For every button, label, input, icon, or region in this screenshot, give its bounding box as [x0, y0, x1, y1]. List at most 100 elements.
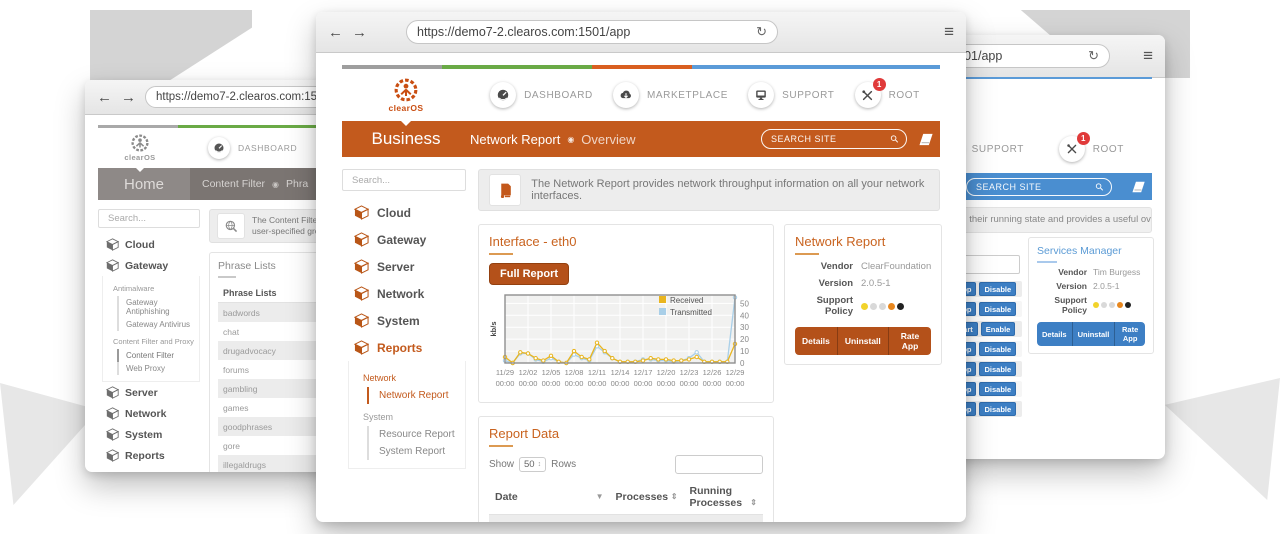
svg-text:00:00: 00:00: [634, 379, 653, 388]
sidebar-subitem-antiphishing[interactable]: Gateway Antiphishing: [117, 296, 199, 318]
disable-button[interactable]: Disable: [979, 282, 1016, 296]
sidebar-subitem-antivirus[interactable]: Gateway Antivirus: [117, 318, 199, 331]
svg-text:12/14: 12/14: [611, 368, 630, 377]
interface-eth0-panel: Interface - eth0 Full Report ReceivedTra…: [478, 224, 774, 403]
topbar-notch: [136, 168, 144, 172]
page-size-select[interactable]: 50 ↕: [519, 457, 546, 472]
site-search-input[interactable]: [974, 181, 1095, 193]
forward-button[interactable]: →: [121, 89, 136, 106]
nav-root[interactable]: 1 ROOT: [1059, 136, 1124, 162]
browser-menu-icon[interactable]: ≡: [1143, 46, 1153, 66]
sidebar-item-reports[interactable]: Reports: [342, 334, 466, 361]
rate-app-button[interactable]: Rate App: [1115, 322, 1145, 346]
uninstall-button[interactable]: Uninstall: [1073, 322, 1116, 346]
svg-text:00:00: 00:00: [565, 379, 584, 388]
back-button[interactable]: ←: [328, 24, 343, 41]
brand-text: clearOS: [124, 153, 155, 162]
svg-text:00:00: 00:00: [542, 379, 561, 388]
svg-text:00:00: 00:00: [726, 379, 745, 388]
sidebar-item-reports[interactable]: Reports: [98, 445, 200, 466]
svg-text:00:00: 00:00: [588, 379, 607, 388]
svg-text:12/20: 12/20: [657, 368, 676, 377]
site-search[interactable]: [966, 178, 1112, 196]
edition-label: Home: [98, 168, 190, 200]
table-row: 2014-12-291953: [489, 515, 763, 523]
details-button[interactable]: Details: [1037, 322, 1073, 346]
notification-badge: 1: [1077, 132, 1090, 145]
sidebar-subitem-web-proxy[interactable]: Web Proxy: [117, 362, 199, 375]
help-book-icon[interactable]: [1130, 180, 1148, 194]
sidebar-subitem-network-report[interactable]: Network Report: [367, 387, 465, 404]
svg-text:12/26: 12/26: [703, 368, 722, 377]
nav-root[interactable]: 1 ROOT: [855, 82, 920, 108]
support-icon: [748, 82, 774, 108]
root-tools-icon: 1: [855, 82, 881, 108]
help-book-icon[interactable]: [917, 132, 936, 147]
rate-app-button[interactable]: Rate App: [889, 327, 931, 355]
sidebar-item-system[interactable]: System: [342, 307, 466, 334]
sidebar-search[interactable]: [342, 169, 466, 191]
globe-search-icon: [217, 213, 245, 239]
svg-text:kb/s: kb/s: [489, 321, 498, 336]
sidebar-item-cloud[interactable]: Cloud: [342, 199, 466, 226]
center-header: clearOS DASHBOARD MARKETPLACE SUPPORT: [342, 69, 940, 121]
sidebar-subitem-content-filter[interactable]: Content Filter: [117, 349, 199, 362]
nav-support[interactable]: SUPPORT: [748, 82, 834, 108]
disable-button[interactable]: Disable: [979, 382, 1016, 396]
reload-icon[interactable]: ↻: [748, 24, 767, 40]
uninstall-button[interactable]: Uninstall: [838, 327, 889, 355]
nav-marketplace[interactable]: MARKETPLACE: [613, 82, 728, 108]
network-report-infobox: The Network Report provides network thro…: [478, 169, 940, 211]
sidebar-item-system[interactable]: System: [98, 424, 200, 445]
sort-icon: ⇕: [750, 497, 757, 507]
sidebar-item-cloud[interactable]: Cloud: [98, 234, 200, 255]
breadcrumb-page: Phra: [286, 178, 308, 190]
nav-dashboard[interactable]: DASHBOARD: [490, 82, 593, 108]
clearos-logo[interactable]: clearOS: [342, 78, 470, 113]
sidebar-search[interactable]: [98, 209, 200, 228]
backdrop-shape-bottom-right: [1152, 378, 1280, 500]
sidebar-subitem-resource-report[interactable]: Resource Report: [367, 426, 465, 443]
sort-desc-icon: ▼: [596, 491, 604, 501]
sidebar-item-network[interactable]: Network: [98, 403, 200, 424]
svg-text:12/17: 12/17: [634, 368, 653, 377]
sidebar-item-server[interactable]: Server: [342, 253, 466, 280]
full-report-button[interactable]: Full Report: [489, 263, 569, 285]
address-bar[interactable]: https://demo7-2.clearos.com:1501/app ↻: [406, 20, 778, 44]
disable-button[interactable]: Disable: [979, 302, 1016, 316]
disable-button[interactable]: Disable: [979, 342, 1016, 356]
svg-text:00:00: 00:00: [496, 379, 515, 388]
disable-button[interactable]: Disable: [979, 402, 1016, 416]
sidebar-subitem-system-report[interactable]: System Report: [367, 443, 465, 460]
reload-icon[interactable]: ↻: [1080, 48, 1099, 64]
svg-text:12/23: 12/23: [680, 368, 699, 377]
svg-text:Transmitted: Transmitted: [670, 308, 712, 317]
marketplace-icon: [613, 82, 639, 108]
site-search-input[interactable]: [769, 133, 890, 145]
browser-menu-icon[interactable]: ≡: [944, 22, 954, 42]
sidebar-item-gateway[interactable]: Gateway: [342, 226, 466, 253]
brand-text: clearOS: [389, 103, 424, 113]
sidebar-item-gateway[interactable]: Gateway: [98, 255, 200, 276]
column-header-processes[interactable]: Processes⇕: [610, 480, 684, 515]
subtree-group: Content Filter and Proxy: [113, 337, 199, 346]
column-header-date[interactable]: Date▼: [489, 480, 610, 515]
column-header-running[interactable]: Running Processes⇕: [684, 480, 763, 515]
sidebar-item-server[interactable]: Server: [98, 382, 200, 403]
svg-text:50: 50: [740, 299, 749, 308]
throughput-chart: ReceivedTransmitted01020304050kb/s11/290…: [489, 291, 763, 393]
back-button[interactable]: ←: [97, 89, 112, 106]
disable-button[interactable]: Disable: [979, 362, 1016, 376]
url-text: https://demo7-2.clearos.com:1501/app: [417, 25, 630, 39]
sidebar-search-input[interactable]: [350, 174, 486, 187]
table-filter-input[interactable]: [675, 455, 763, 474]
nav-dashboard[interactable]: DASHBOARD: [208, 137, 297, 159]
breadcrumb-app: Network Report: [470, 132, 560, 147]
site-search[interactable]: [761, 129, 907, 149]
forward-button[interactable]: →: [352, 24, 367, 41]
enable-button[interactable]: Enable: [981, 322, 1016, 336]
sidebar-item-network[interactable]: Network: [342, 280, 466, 307]
details-button[interactable]: Details: [795, 327, 838, 355]
svg-text:00:00: 00:00: [657, 379, 676, 388]
clearos-logo[interactable]: clearOS: [98, 134, 182, 162]
